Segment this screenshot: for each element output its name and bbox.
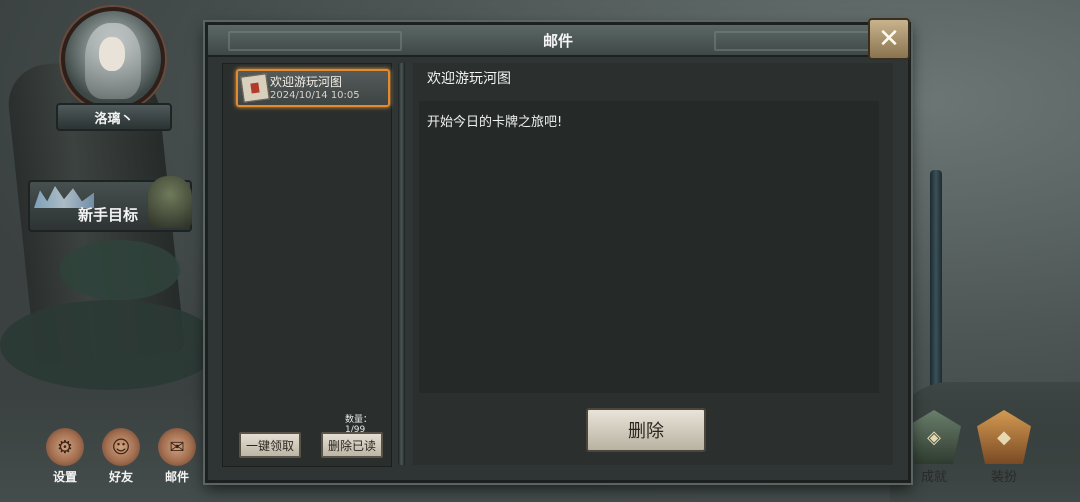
mail-item-subject: 欢迎游玩河图 [270, 75, 343, 89]
nav-settings[interactable]: ⚙ 设置 [40, 428, 90, 488]
newbie-goal-button[interactable]: 新手目标 [28, 176, 192, 232]
claim-all-button[interactable]: 一键领取 [239, 432, 301, 458]
player-avatar[interactable] [61, 7, 165, 111]
lotus-leaf [0, 300, 220, 390]
mail-list-panel: 欢迎游玩河图 2024/10/14 10:05 数量：1/99 一键领取 删除已… [222, 63, 392, 467]
dialog-header: 邮件 [208, 25, 908, 57]
mail-detail-body: 开始今日的卡牌之旅吧! [419, 101, 879, 393]
lotus-leaf [60, 240, 180, 300]
costume-icon: ◆ [977, 410, 1031, 464]
delete-read-button[interactable]: 删除已读 [321, 432, 383, 458]
achievement-icon: ◈ [907, 410, 961, 464]
header-ornament [228, 31, 402, 51]
player-name: 洛璃丶 [56, 103, 172, 131]
mail-detail-text: 开始今日的卡牌之旅吧! [427, 115, 563, 130]
mail-item-date: 2024/10/14 10:05 [270, 90, 360, 101]
nav-mail[interactable]: ✉ 邮件 [152, 428, 202, 488]
delete-mail-button[interactable]: 删除 [586, 408, 706, 452]
nav-settings-label: 设置 [52, 470, 77, 484]
mail-list-item[interactable]: 欢迎游玩河图 2024/10/14 10:05 [236, 69, 390, 107]
mail-dialog: 邮件 欢迎游玩河图 2024/10/14 10:05 数量：1/99 一键领取 … [205, 22, 911, 483]
nav-friends-label: 好友 [108, 470, 133, 484]
mail-icon: ✉ [158, 428, 196, 466]
hero-portrait-icon [148, 176, 192, 228]
header-ornament [714, 31, 888, 51]
gear-icon: ⚙ [46, 428, 84, 466]
nav-mail-label: 邮件 [164, 470, 189, 484]
nav-friends[interactable]: ☺ 好友 [96, 428, 146, 488]
nav-costume-label: 装扮 [990, 470, 1017, 485]
panel-divider [398, 63, 405, 465]
mail-detail-panel: 欢迎游玩河图 开始今日的卡牌之旅吧! 删除 [413, 63, 893, 465]
close-icon[interactable]: ✕ [868, 18, 910, 60]
friends-icon: ☺ [102, 428, 140, 466]
avatar-face [99, 37, 125, 71]
nav-achievement[interactable]: ◈ 成就 [902, 410, 966, 490]
staff-pole [930, 170, 942, 400]
dialog-title: 邮件 [542, 31, 573, 50]
mail-detail-title: 欢迎游玩河图 [427, 71, 511, 87]
nav-achievement-label: 成就 [920, 470, 947, 485]
envelope-icon [240, 73, 270, 103]
nav-costume[interactable]: ◆ 装扮 [972, 410, 1036, 490]
newbie-goal-label: 新手目标 [78, 206, 139, 224]
